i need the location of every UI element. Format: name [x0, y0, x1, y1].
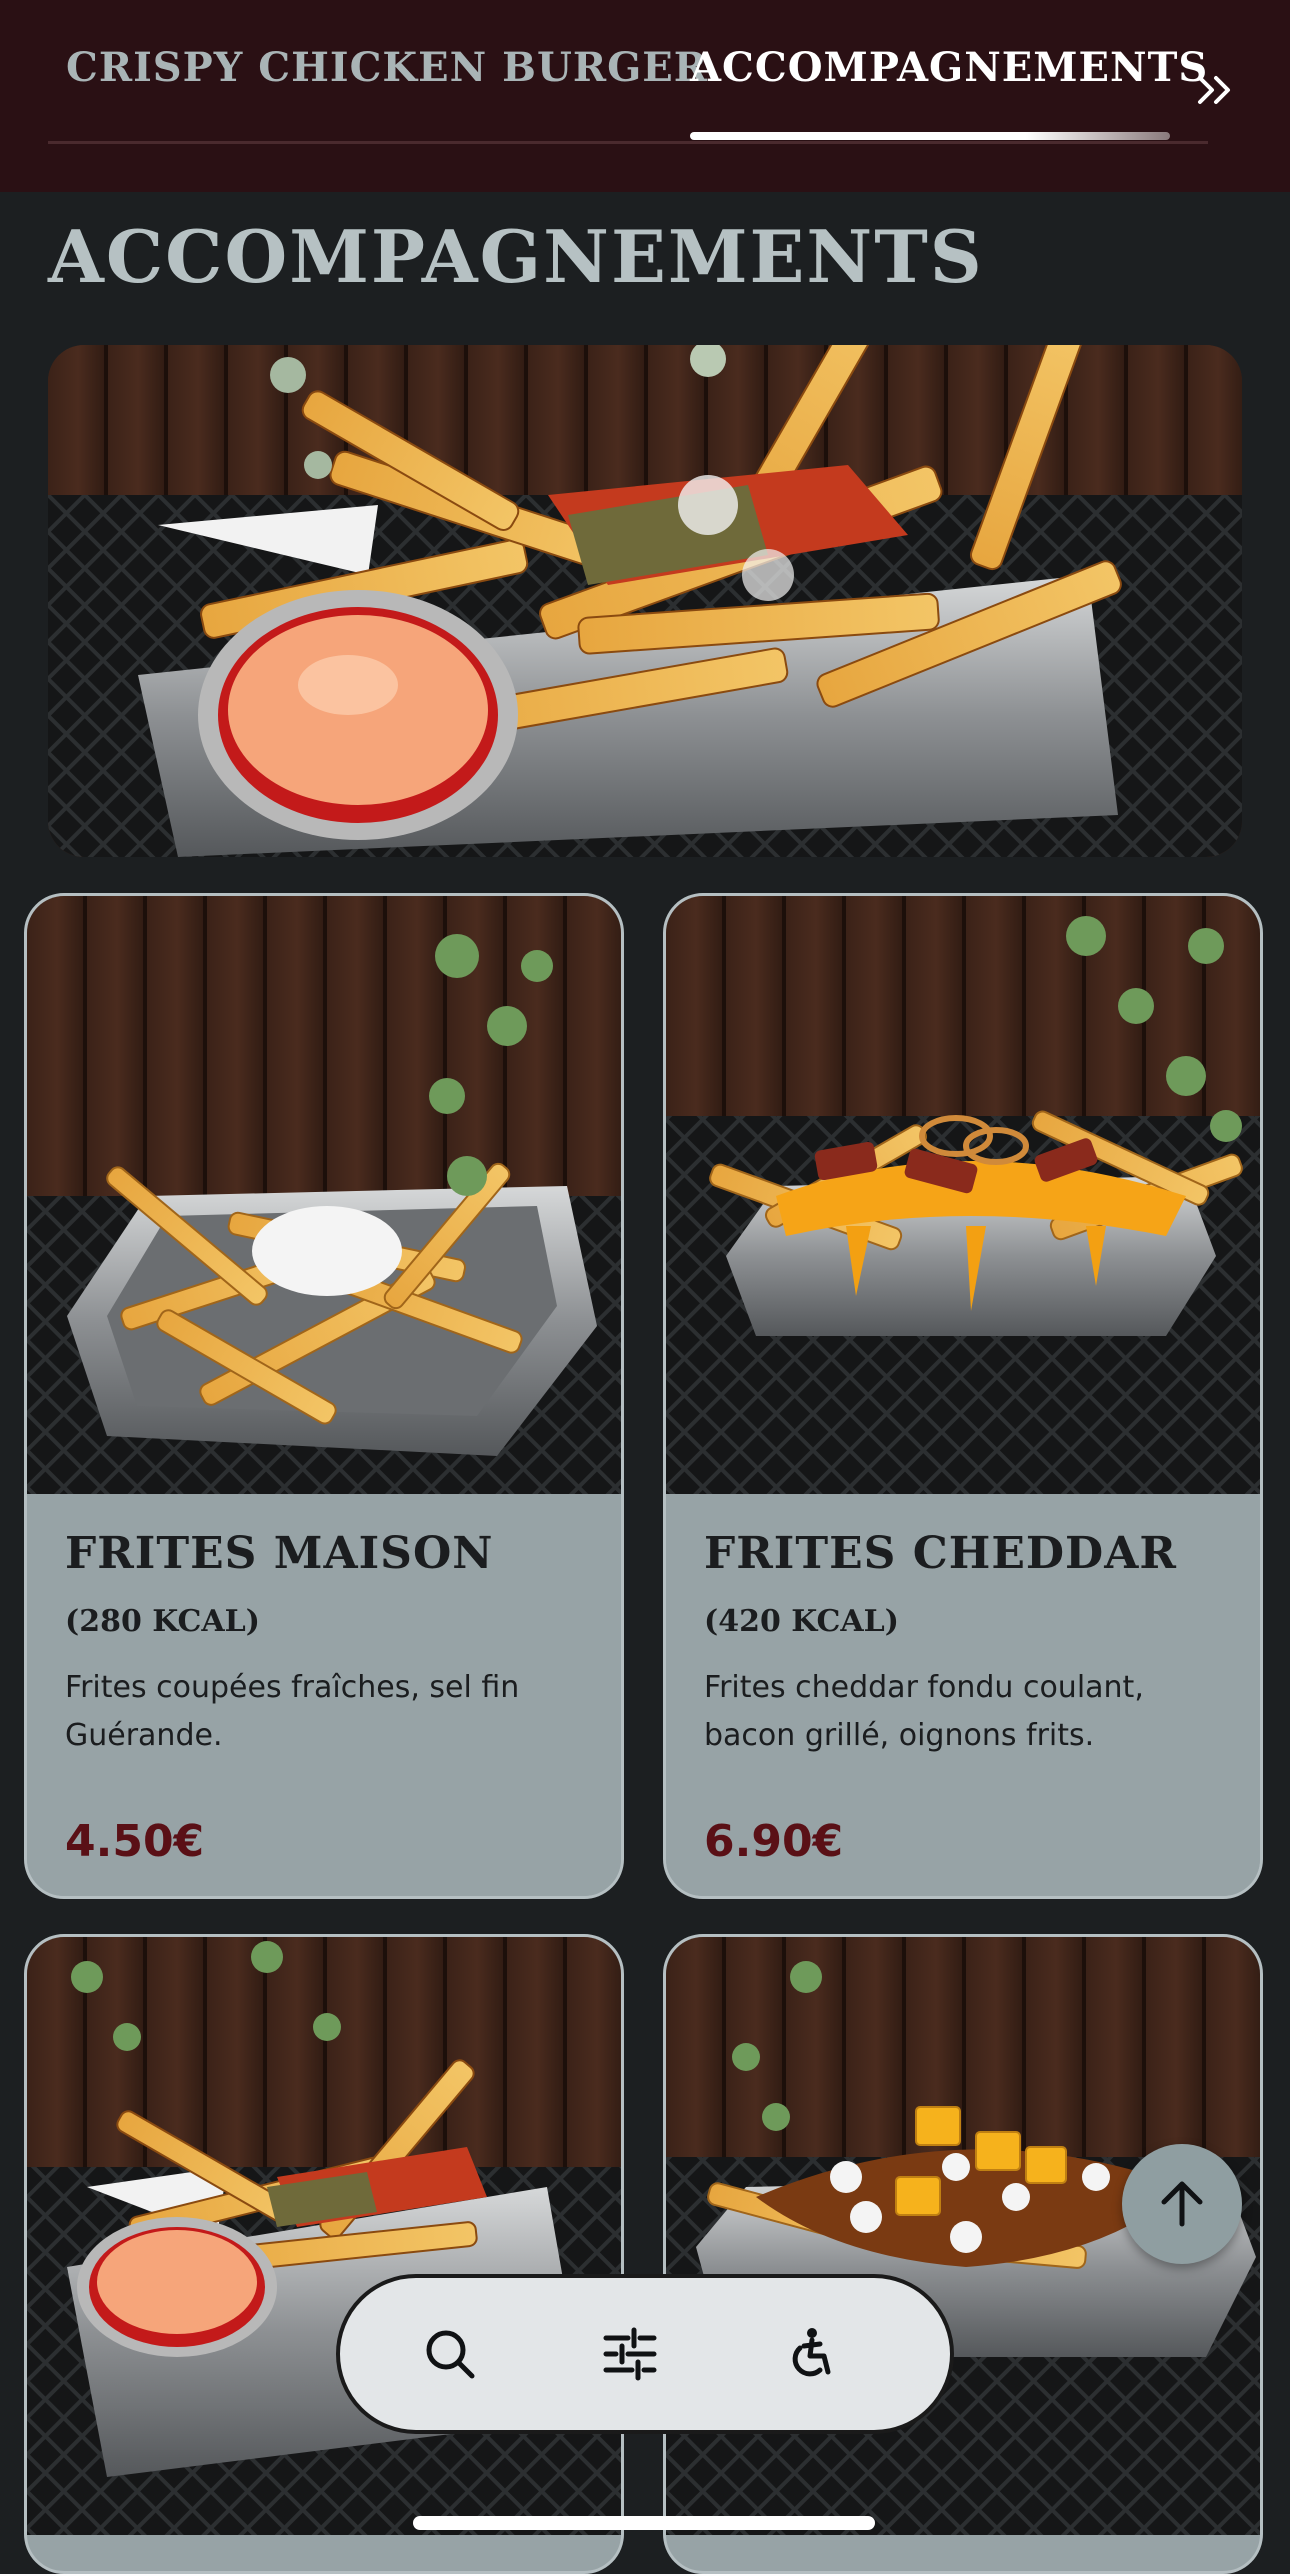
category-tabs: CRISPY CHICKEN BURGER ACCOMPAGNEMENTS: [48, 0, 1208, 144]
filter-button[interactable]: [590, 2314, 670, 2394]
scroll-to-top-button[interactable]: [1122, 2144, 1242, 2264]
double-chevron-right-icon[interactable]: [1192, 66, 1240, 114]
bottom-toolbar: [336, 2274, 954, 2434]
tab-accompagnements[interactable]: ACCOMPAGNEMENTS: [690, 44, 1208, 91]
search-icon: [426, 2330, 475, 2379]
item-name: FRITES CHEDDAR: [704, 1528, 1177, 1579]
active-tab-indicator: [690, 132, 1170, 140]
menu-item-card[interactable]: FRITES MAISON (280 KCAL) Frites coupées …: [24, 893, 624, 1899]
arrow-up-icon: [1161, 2181, 1203, 2227]
item-photo: [27, 1937, 621, 2535]
item-description: Frites cheddar fondu coulant, bacon gril…: [704, 1670, 1144, 1753]
hero-image: [48, 345, 1242, 857]
tab-crispy-chicken-burger[interactable]: CRISPY CHICKEN BURGER: [66, 44, 708, 91]
item-name: FRITES MAISON: [65, 1528, 494, 1579]
top-nav-bar: CRISPY CHICKEN BURGER ACCOMPAGNEMENTS: [0, 0, 1290, 192]
section-title: ACCOMPAGNEMENTS: [48, 214, 984, 299]
accessibility-icon: [792, 2328, 831, 2377]
item-photo: [666, 896, 1260, 1494]
item-price: 4.50€: [65, 1816, 205, 1867]
item-details: FRITES CHEDDAR (420 KCAL) Frites cheddar…: [666, 1494, 1260, 1896]
accessibility-button[interactable]: [770, 2314, 850, 2394]
menu-item-card[interactable]: FRITES CHEDDAR (420 KCAL) Frites cheddar…: [663, 893, 1263, 1899]
item-calories: (280 KCAL): [65, 1604, 260, 1639]
item-calories: (420 KCAL): [704, 1604, 899, 1639]
item-details: FRITES MAISON (280 KCAL) Frites coupées …: [27, 1494, 621, 1896]
menu-item-card[interactable]: [24, 1934, 624, 2574]
filter-sliders-icon: [603, 2327, 657, 2381]
home-indicator: [413, 2516, 875, 2530]
item-description: Frites coupées fraîches, sel fin Guérand…: [65, 1670, 520, 1753]
search-button[interactable]: [410, 2314, 490, 2394]
item-price: 6.90€: [704, 1816, 844, 1867]
item-photo: [27, 896, 621, 1494]
